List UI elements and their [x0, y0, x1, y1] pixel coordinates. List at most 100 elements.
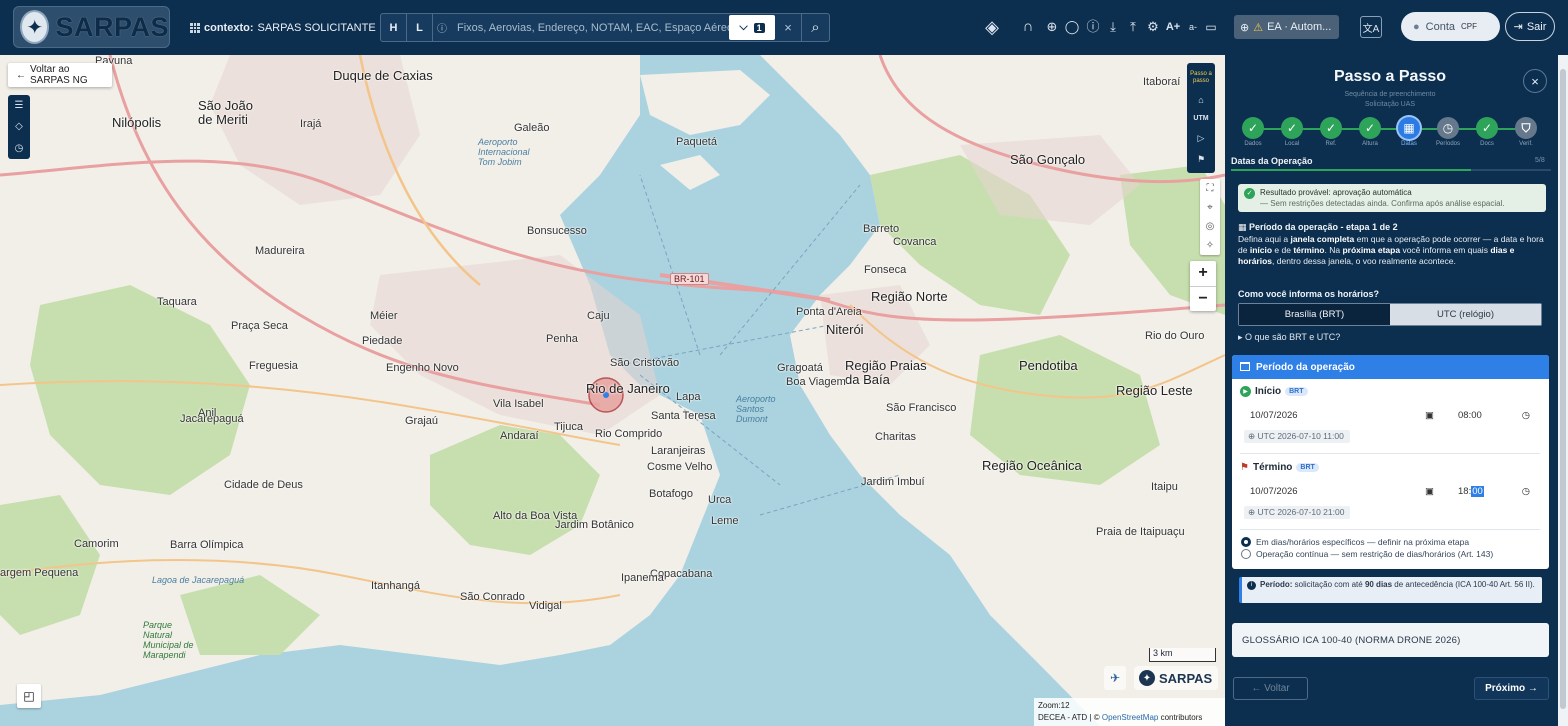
brt-utc-help-link[interactable]: ▸ O que são BRT e UTC?	[1238, 332, 1340, 343]
radio-continuous[interactable]: Operação contínua — sem restrição de dia…	[1241, 549, 1493, 559]
zoom-out-button[interactable]: −	[1190, 287, 1216, 312]
filter-dropdown[interactable]: ⌵ 1	[729, 15, 775, 40]
translate-icon[interactable]: 文A	[1360, 16, 1382, 38]
map-label: Lapa	[676, 391, 701, 403]
calendar-icon[interactable]: ▣	[1425, 486, 1434, 497]
logout-icon: ⇥	[1513, 21, 1523, 33]
period-note: i Período: solicitação com até 90 dias d…	[1239, 577, 1542, 603]
end-time-value: 18:00	[1458, 485, 1484, 497]
timezone-brt-option[interactable]: Brasília (BRT)	[1239, 304, 1390, 325]
gear-icon[interactable]: ⚙	[1144, 17, 1162, 37]
radio-button-selected[interactable]	[1241, 537, 1251, 547]
home-icon[interactable]: ⌂	[1198, 95, 1203, 105]
start-date-input[interactable]: 10/07/2026 ▣	[1242, 405, 1440, 425]
map-label: Itaipu	[1151, 481, 1178, 493]
back-button[interactable]: ← Voltar	[1233, 677, 1308, 700]
step-altura[interactable]: ✓ Altura	[1356, 115, 1384, 147]
scale-bar: 3 km	[1149, 648, 1216, 662]
step-docs[interactable]: ✓ Docs	[1473, 115, 1501, 147]
calendar-icon[interactable]: ▣	[1425, 410, 1434, 421]
clock-icon[interactable]: ◷	[15, 143, 24, 154]
start-utc-readout: ⊕ UTC 2026-07-10 11:00	[1244, 430, 1350, 443]
timezone-question: Como você informa os horários?	[1238, 289, 1380, 299]
filter-sliders-icon[interactable]: ☰	[15, 100, 24, 111]
compass-icon: ✦	[1139, 670, 1155, 686]
step-dados[interactable]: ✓ Dados	[1239, 115, 1267, 147]
clear-icon[interactable]: ×	[775, 14, 801, 41]
person-icon[interactable]: ✧	[1206, 240, 1214, 251]
end-date-input[interactable]: 10/07/2026 ▣	[1242, 481, 1440, 501]
layers-icon[interactable]: ◈	[983, 17, 1001, 37]
search-icon[interactable]: ⌕	[801, 14, 829, 41]
scrollbar-thumb[interactable]	[1560, 69, 1566, 709]
start-time-input[interactable]: 08:00 ◷	[1454, 405, 1534, 425]
end-time-input[interactable]: 18:00 ◷	[1454, 481, 1534, 501]
search-input[interactable]	[451, 14, 729, 41]
seg-h-button[interactable]: H	[381, 14, 407, 41]
globe-icon: ⊕	[1248, 507, 1256, 517]
map-label: Botafogo	[649, 488, 694, 500]
context-indicator[interactable]: contexto: SARPAS SOLICITANTE	[190, 22, 376, 34]
clock-icon[interactable]: ◷	[1522, 486, 1530, 497]
map-label: Barreto	[863, 223, 900, 235]
map-label: Engenho Novo	[386, 362, 459, 374]
map-label: Nilópolis	[112, 115, 162, 130]
radio-specific-days[interactable]: Em dias/horários específicos — definir n…	[1241, 537, 1469, 547]
tz-badge: BRT	[1296, 463, 1319, 472]
chat-icon[interactable]: ◯	[1063, 17, 1081, 37]
logout-button[interactable]: ⇥ Sair	[1505, 12, 1555, 41]
attribution-prefix: DECEA - ATD | ©	[1038, 713, 1100, 722]
map-label: Jardim Imbuí	[861, 476, 925, 488]
divider	[1240, 453, 1540, 454]
video-icon[interactable]: ▭	[1202, 17, 1220, 37]
step-datas[interactable]: ▦ Datas	[1395, 115, 1423, 147]
pin-icon[interactable]: ⌖	[1207, 202, 1213, 213]
utm-label[interactable]: UTM	[1193, 115, 1208, 122]
start-label-row: ▶ Início BRT	[1240, 386, 1308, 397]
fullscreen-icon[interactable]: ⛶	[1207, 183, 1214, 194]
map-label: Parque Natural Municipal de Marapendi	[143, 620, 194, 660]
account-button[interactable]: ● Conta CPF	[1401, 12, 1500, 41]
timezone-utc-option[interactable]: UTC (relógio)	[1390, 304, 1541, 325]
next-button[interactable]: Próximo →	[1474, 677, 1549, 700]
osm-link[interactable]: OpenStreetMap	[1102, 713, 1158, 722]
seg-l-button[interactable]: L	[407, 14, 433, 41]
panel-scrollbar[interactable]	[1558, 55, 1568, 726]
back-to-sarpas-ng-button[interactable]: ← Voltar ao SARPAS NG	[8, 63, 112, 87]
locate-icon[interactable]: ◎	[1206, 221, 1215, 232]
corner-tool-icon[interactable]: ◰	[17, 684, 41, 708]
step-perodos[interactable]: ◷ Períodos	[1434, 115, 1462, 147]
glossary-section[interactable]: GLOSSÁRIO ICA 100-40 (NORMA DRONE 2026)	[1232, 623, 1549, 657]
step-local[interactable]: ✓ Local	[1278, 115, 1306, 147]
period-note-text: solicitação com até	[1292, 580, 1365, 589]
font-increase-icon[interactable]: A+	[1164, 17, 1182, 37]
road-badge: BR-101	[670, 273, 709, 285]
flag-icon[interactable]: ⚑	[1197, 154, 1205, 165]
map-label: Região Leste	[1116, 383, 1193, 398]
map-label: Charitas	[875, 431, 916, 443]
sarpas-logo[interactable]: ✦ SARPAS	[13, 6, 170, 48]
download-icon[interactable]: ⤓	[1104, 17, 1122, 37]
play-icon[interactable]: ▷	[1198, 133, 1205, 144]
info-circle-icon[interactable]: ⓘ	[1084, 17, 1102, 37]
map-canvas[interactable]: Duque de Caxias São João de Meriti Nilóp…	[0, 55, 1225, 726]
zoom-in-button[interactable]: +	[1190, 261, 1216, 287]
radio-button[interactable]	[1241, 549, 1251, 559]
globe-icon: ⊕	[1240, 21, 1250, 34]
close-icon[interactable]: ×	[1523, 69, 1547, 93]
passo-a-passo-label[interactable]: Passo a passo	[1187, 71, 1215, 85]
magnet-icon[interactable]: ∩	[1019, 17, 1037, 37]
map-label: Vidigal	[529, 600, 562, 612]
clock-icon[interactable]: ◷	[1522, 410, 1530, 421]
card-title: Período da operação	[1256, 361, 1355, 373]
font-decrease-icon[interactable]: a-	[1184, 17, 1202, 37]
ea-status-pill[interactable]: ⊕ ⚠ EA · Autom...	[1234, 15, 1339, 39]
period-info-text-part: você informa em quais	[1400, 245, 1491, 255]
step-verif[interactable]: ⛉ Verif.	[1512, 115, 1540, 147]
sarpas-watermark: ✦ SARPAS	[1134, 666, 1218, 690]
step-ref[interactable]: ✓ Ref.	[1317, 115, 1345, 147]
layers-icon[interactable]: ◇	[15, 121, 23, 132]
info-icon[interactable]: ⓘ	[433, 14, 451, 41]
globe-icon[interactable]: ⊕	[1043, 17, 1061, 37]
upload-icon[interactable]: ⤒	[1124, 17, 1142, 37]
